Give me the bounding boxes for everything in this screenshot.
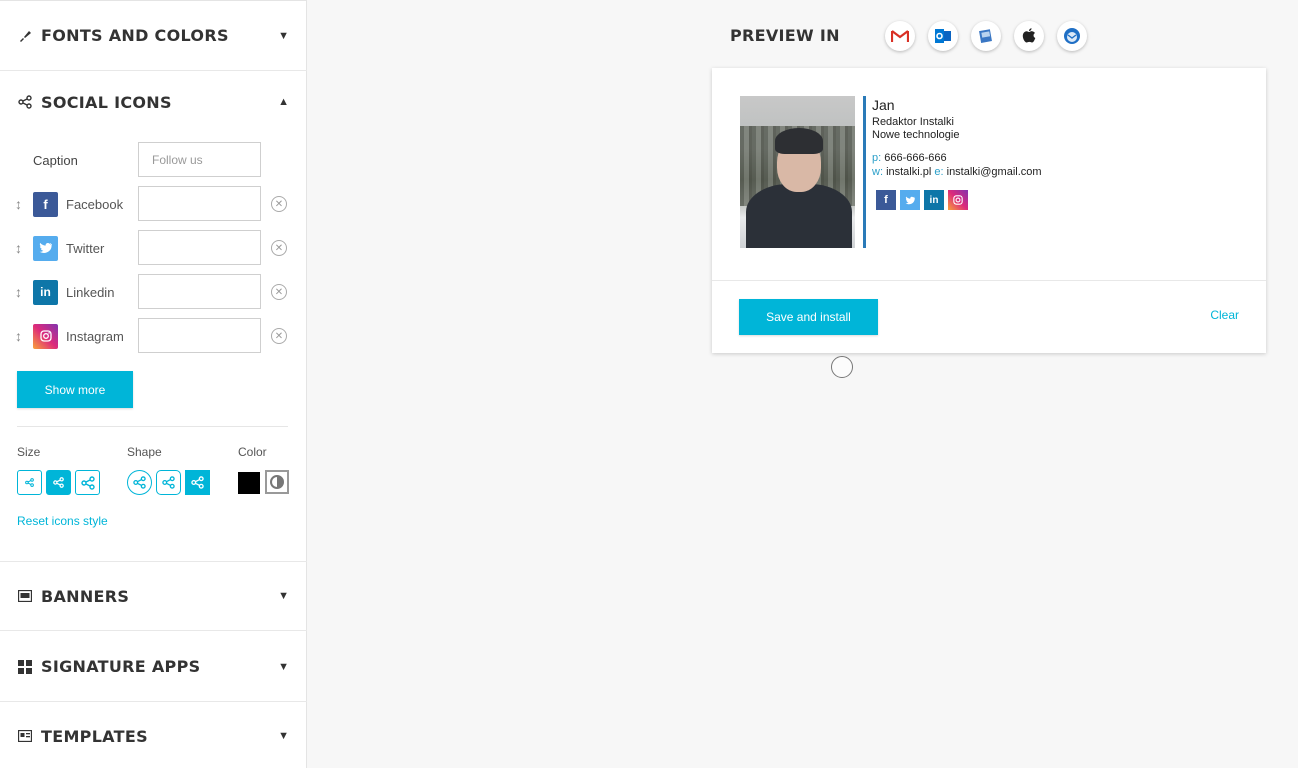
network-label: Facebook bbox=[66, 196, 124, 212]
section-templates[interactable]: TEMPLATES ▼ bbox=[0, 703, 307, 768]
color-label: Color bbox=[238, 445, 267, 459]
office365-icon[interactable] bbox=[971, 21, 1001, 51]
card-separator bbox=[712, 280, 1266, 281]
shape-rounded-option[interactable] bbox=[156, 470, 181, 495]
shape-label: Shape bbox=[127, 445, 162, 459]
size-large-option[interactable] bbox=[75, 470, 100, 495]
instagram-icon bbox=[948, 190, 968, 210]
signature-phone-line: p: 666-666-666 bbox=[872, 152, 947, 164]
social-row-instagram: ↕ Instagram ✕ bbox=[0, 318, 307, 354]
remove-icon[interactable]: ✕ bbox=[271, 240, 287, 256]
facebook-icon: f bbox=[33, 191, 58, 217]
chevron-down-icon[interactable]: ▼ bbox=[278, 30, 289, 42]
chevron-up-icon[interactable]: ▲ bbox=[278, 96, 289, 108]
shape-circle-option[interactable] bbox=[127, 470, 152, 495]
contrast-icon bbox=[270, 475, 284, 489]
linkedin-url-input[interactable] bbox=[138, 274, 261, 309]
social-row-linkedin: ↕ in Linkedin ✕ bbox=[0, 274, 307, 310]
network-label: Instagram bbox=[66, 328, 124, 344]
signature-preview-card: Jan Redaktor Instalki Nowe technologie p… bbox=[712, 68, 1266, 353]
cursor-indicator bbox=[831, 356, 853, 378]
signature-job-title: Redaktor Instalki bbox=[872, 116, 954, 128]
profile-photo bbox=[740, 96, 855, 248]
template-icon bbox=[17, 728, 33, 744]
shape-square-option[interactable] bbox=[185, 470, 210, 495]
linkedin-icon: in bbox=[33, 279, 58, 305]
section-fonts-and-colors[interactable]: FONTS AND COLORS ▼ bbox=[0, 1, 307, 71]
show-more-button[interactable]: Show more bbox=[17, 371, 133, 408]
apps-grid-icon bbox=[17, 659, 33, 675]
section-title: TEMPLATES bbox=[41, 726, 148, 746]
drag-handle-icon[interactable]: ↕ bbox=[15, 328, 25, 344]
network-label: Twitter bbox=[66, 240, 105, 256]
brush-icon bbox=[17, 28, 33, 44]
twitter-icon bbox=[900, 190, 920, 210]
signature-web-line: w: instalki.pl e: instalki@gmail.com bbox=[872, 166, 1042, 178]
drag-handle-icon[interactable]: ↕ bbox=[15, 284, 25, 300]
thunderbird-icon[interactable] bbox=[1057, 21, 1087, 51]
signature-department: Nowe technologie bbox=[872, 129, 960, 141]
chevron-down-icon[interactable]: ▼ bbox=[278, 590, 289, 602]
signature-email: instalki@gmail.com bbox=[946, 166, 1042, 178]
instagram-url-input[interactable] bbox=[138, 318, 261, 353]
signature-phone: 666-666-666 bbox=[884, 152, 947, 164]
share-icon bbox=[17, 94, 33, 110]
section-banners[interactable]: BANNERS ▼ bbox=[0, 561, 307, 631]
caption-row: Caption Follow us bbox=[0, 142, 307, 178]
chevron-down-icon[interactable]: ▼ bbox=[278, 661, 289, 673]
remove-icon[interactable]: ✕ bbox=[271, 284, 287, 300]
divider bbox=[17, 426, 288, 427]
color-black-swatch[interactable] bbox=[238, 472, 260, 494]
apple-mail-icon[interactable] bbox=[1014, 21, 1044, 51]
social-row-twitter: ↕ Twitter ✕ bbox=[0, 230, 307, 266]
signature-name: Jan bbox=[872, 97, 895, 113]
section-social-icons[interactable]: SOCIAL ICONS ▲ bbox=[0, 68, 307, 136]
section-title: BANNERS bbox=[41, 586, 130, 606]
linkedin-icon: in bbox=[924, 190, 944, 210]
chevron-down-icon[interactable]: ▼ bbox=[278, 730, 289, 742]
twitter-url-input[interactable] bbox=[138, 230, 261, 265]
size-small-option[interactable] bbox=[17, 470, 42, 495]
remove-icon[interactable]: ✕ bbox=[271, 196, 287, 212]
signature-divider-line bbox=[863, 96, 866, 248]
size-label: Size bbox=[17, 445, 41, 459]
caption-label: Caption bbox=[33, 152, 78, 168]
save-and-install-button[interactable]: Save and install bbox=[739, 299, 878, 335]
facebook-icon: f bbox=[876, 190, 896, 210]
clear-link[interactable]: Clear bbox=[1210, 308, 1239, 322]
twitter-icon bbox=[33, 235, 58, 261]
section-title: SIGNATURE APPS bbox=[41, 657, 201, 676]
drag-handle-icon[interactable]: ↕ bbox=[15, 196, 25, 212]
outlook-icon[interactable] bbox=[928, 21, 958, 51]
drag-handle-icon[interactable]: ↕ bbox=[15, 240, 25, 256]
sidebar: FONTS AND COLORS ▼ SOCIAL ICONS ▲ Captio… bbox=[0, 0, 307, 768]
gmail-icon[interactable] bbox=[885, 21, 915, 51]
section-title: FONTS AND COLORS bbox=[41, 26, 229, 45]
banner-icon bbox=[17, 588, 33, 604]
facebook-url-input[interactable] bbox=[138, 186, 261, 221]
section-signature-apps[interactable]: SIGNATURE APPS ▼ bbox=[0, 632, 307, 702]
preview-title: PREVIEW IN bbox=[730, 26, 840, 45]
instagram-icon bbox=[33, 323, 58, 349]
size-medium-option[interactable] bbox=[46, 470, 71, 495]
reset-icons-style-link[interactable]: Reset icons style bbox=[17, 514, 108, 528]
color-custom-swatch[interactable] bbox=[265, 470, 289, 494]
social-row-facebook: ↕ f Facebook ✕ bbox=[0, 186, 307, 222]
signature-website: instalki.pl bbox=[886, 166, 932, 178]
section-title: SOCIAL ICONS bbox=[41, 92, 172, 112]
remove-icon[interactable]: ✕ bbox=[271, 328, 287, 344]
caption-input[interactable]: Follow us bbox=[138, 142, 261, 177]
network-label: Linkedin bbox=[66, 284, 115, 300]
